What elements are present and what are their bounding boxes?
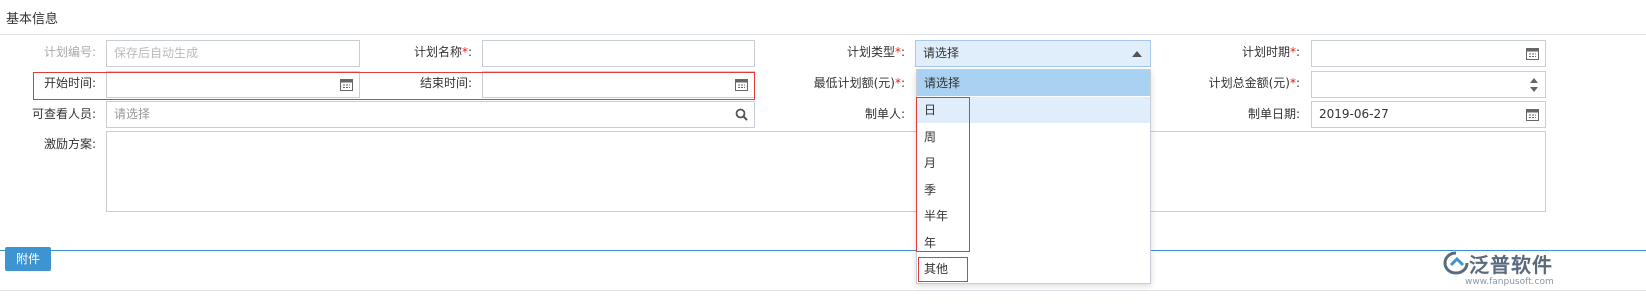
total-amount-input[interactable] — [1311, 71, 1546, 98]
start-time-input[interactable] — [106, 71, 360, 98]
plan-type-select[interactable]: 请选择 — [915, 40, 1151, 67]
calendar-icon[interactable] — [340, 78, 353, 91]
start-time-label: 开始时间: — [43, 76, 96, 90]
calendar-icon[interactable] — [735, 78, 748, 91]
plan-no-placeholder: 保存后自动生成 — [114, 46, 199, 60]
fanpu-logo: 泛普软件 www.fanpusoft.com — [1443, 249, 1561, 289]
plan-period-label: 计划时期*: — [1200, 40, 1300, 64]
calendar-icon[interactable] — [1526, 47, 1539, 60]
section-divider — [0, 34, 1646, 35]
label-colon: : — [900, 45, 905, 59]
logo-url: www.fanpusoft.com — [1465, 277, 1554, 287]
plan-no-label: 计划编号: — [43, 45, 96, 59]
incentive-textarea[interactable] — [106, 131, 1546, 212]
creator-label: 制单人: — [864, 107, 905, 121]
section-title: 基本信息 — [6, 12, 59, 27]
plan-name-label: 计划名称*: — [380, 40, 472, 64]
viewers-placeholder: 请选择 — [114, 107, 151, 121]
dropdown-option[interactable]: 周 — [917, 124, 1150, 150]
dropdown-option[interactable]: 季 — [917, 177, 1150, 203]
plan-name-label-text: 计划名称 — [413, 45, 462, 59]
footer-divider — [0, 290, 1646, 291]
create-date-value: 2019-06-27 — [1319, 107, 1389, 121]
create-date-label: 制单日期: — [1247, 107, 1300, 121]
create-date-input[interactable]: 2019-06-27 — [1311, 101, 1546, 128]
fanpu-logo-icon — [1443, 251, 1469, 275]
spin-down-icon[interactable] — [1530, 87, 1538, 92]
dropdown-option[interactable]: 半年 — [917, 203, 1150, 229]
logo-name: 泛普软件 — [1469, 253, 1553, 277]
end-time-input[interactable] — [482, 71, 755, 98]
label-colon: : — [900, 76, 905, 90]
label-colon: : — [1295, 45, 1300, 59]
caret-up-icon — [1132, 51, 1142, 57]
label-colon: : — [467, 45, 472, 59]
dropdown-option[interactable]: 其他 — [917, 256, 1150, 282]
viewers-label: 可查看人员: — [31, 107, 96, 121]
min-amount-label-text: 最低计划额(元) — [813, 76, 895, 90]
total-amount-label-text: 计划总金额(元) — [1208, 76, 1290, 90]
plan-period-input[interactable] — [1311, 40, 1546, 67]
viewers-picker[interactable]: 请选择 — [106, 101, 755, 128]
plan-type-value: 请选择 — [923, 46, 960, 60]
plan-type-label-text: 计划类型 — [846, 45, 895, 59]
dropdown-option[interactable]: 请选择 — [917, 70, 1150, 96]
plan-type-label: 计划类型*: — [800, 40, 905, 64]
incentive-label: 激励方案: — [43, 137, 96, 151]
section-bottom-divider — [0, 250, 1646, 251]
plan-no-field: 保存后自动生成 — [106, 40, 360, 67]
plan-type-dropdown[interactable]: 请选择 日 周 月 季 半年 年 其他 — [916, 69, 1151, 284]
label-colon: : — [1295, 76, 1300, 90]
calendar-icon[interactable] — [1526, 108, 1539, 121]
dropdown-option[interactable]: 年 — [917, 230, 1150, 256]
end-time-label: 结束时间: — [419, 76, 472, 90]
spin-up-icon[interactable] — [1530, 78, 1538, 83]
attachment-button[interactable]: 附件 — [5, 247, 51, 271]
search-icon[interactable] — [735, 108, 748, 121]
total-amount-label: 计划总金额(元)*: — [1180, 71, 1300, 95]
min-amount-label: 最低计划额(元)*: — [780, 71, 905, 95]
plan-name-input[interactable] — [482, 40, 755, 67]
plan-period-label-text: 计划时期 — [1241, 45, 1290, 59]
dropdown-option[interactable]: 月 — [917, 150, 1150, 176]
dropdown-option[interactable]: 日 — [917, 97, 1150, 123]
